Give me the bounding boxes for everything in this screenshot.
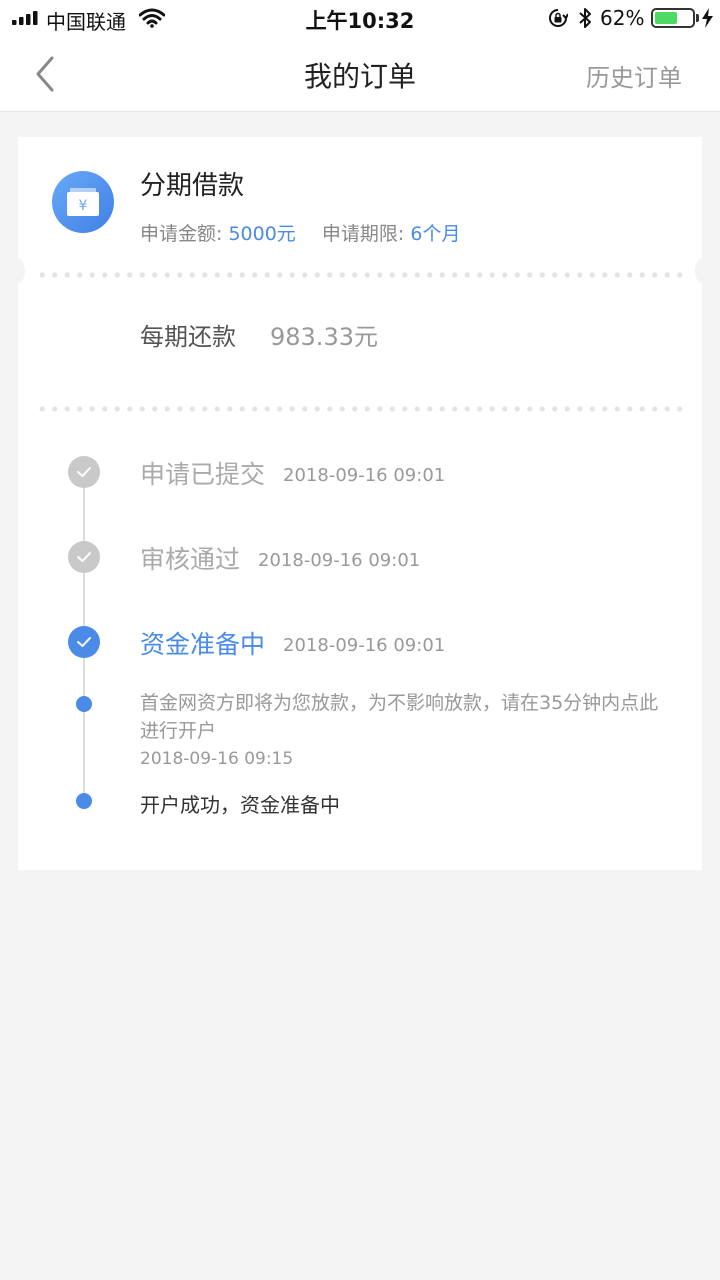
timeline-dot — [76, 793, 92, 809]
open-account-notice-link[interactable]: 首金网资方即将为您放款，为不影响放款，请在35分钟内点此进行开户 — [140, 689, 670, 745]
ticket-notch-right — [695, 259, 709, 283]
battery-cap — [696, 14, 699, 22]
repayment-label: 每期还款 — [140, 323, 236, 351]
step-time: 2018-09-16 09:01 — [283, 465, 446, 486]
history-orders-link[interactable]: 历史订单 — [586, 58, 682, 93]
battery-fill — [655, 12, 678, 24]
term-value: 6个月 — [410, 223, 461, 245]
product-meta: 申请金额: 5000元 申请期限: 6个月 — [140, 219, 460, 246]
amount-value: 5000元 — [228, 223, 296, 245]
dotted-divider — [36, 406, 684, 412]
battery-icon — [651, 8, 695, 28]
timeline-step: 申请已提交 2018-09-16 09:01 — [140, 455, 445, 491]
order-card: ¥ 分期借款 申请金额: 5000元 申请期限: 6个月 每期还款 983.33元… — [11, 137, 709, 870]
charging-bolt-icon — [702, 8, 713, 28]
step-time: 2018-09-16 09:01 — [283, 635, 446, 656]
ticket-notch-left — [11, 259, 25, 283]
sub-event-time: 2018-09-16 09:15 — [140, 749, 294, 769]
step-title: 资金准备中 — [140, 630, 266, 659]
svg-text:¥: ¥ — [79, 198, 88, 214]
check-icon — [68, 626, 100, 658]
step-title: 审核通过 — [140, 545, 241, 574]
battery-percent: 62% — [600, 6, 645, 30]
term-label: 申请期限: — [321, 223, 405, 245]
step-title: 申请已提交 — [140, 460, 266, 489]
timeline-dot — [76, 696, 92, 712]
timeline-step-current: 资金准备中 2018-09-16 09:01 — [140, 625, 445, 661]
amount-label: 申请金额: — [140, 223, 223, 245]
status-bar: 中国联通 上午10:32 62% — [0, 0, 720, 40]
product-name: 分期借款 — [140, 171, 245, 201]
wallet-yen-icon: ¥ — [52, 171, 114, 233]
timeline-step: 审核通过 2018-09-16 09:01 — [140, 540, 420, 576]
check-icon — [68, 456, 100, 488]
dotted-divider — [36, 272, 684, 278]
orientation-lock-icon — [549, 9, 568, 27]
repayment-value: 983.33元 — [270, 323, 378, 351]
bluetooth-icon — [579, 8, 591, 28]
nav-bar: 我的订单 历史订单 — [0, 40, 720, 112]
step-time: 2018-09-16 09:01 — [258, 550, 421, 571]
sub-event-text: 开户成功，资金准备中 — [140, 793, 340, 817]
check-icon — [68, 541, 100, 573]
repayment-row: 每期还款 983.33元 — [140, 317, 378, 352]
